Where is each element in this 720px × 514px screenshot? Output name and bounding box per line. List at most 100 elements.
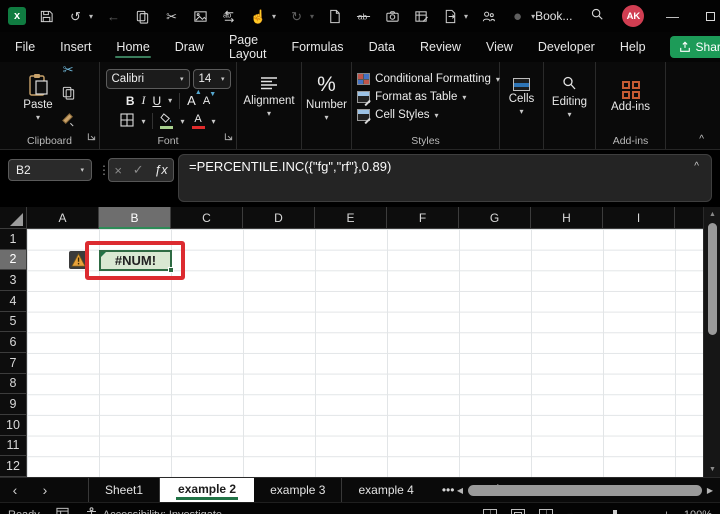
column-header-f[interactable]: F (387, 207, 459, 229)
accessibility-status[interactable]: Accessibility: Investigate (103, 509, 222, 514)
row-header-4[interactable]: 4 (0, 290, 27, 312)
column-header-c[interactable]: C (171, 207, 243, 229)
sheet-nav-right-icon[interactable]: › (30, 482, 60, 498)
cell-styles-button[interactable]: Cell Styles ▾ (357, 109, 438, 125)
tab-data[interactable]: Data (368, 34, 396, 60)
select-all-button[interactable] (0, 207, 27, 229)
column-header-h[interactable]: H (531, 207, 603, 229)
fill-color-dropdown-icon[interactable]: ▾ (180, 117, 184, 126)
format-painter-button[interactable] (61, 112, 76, 132)
underline-dropdown-icon[interactable]: ▾ (168, 96, 172, 105)
row-header-2[interactable]: 2 (0, 249, 27, 271)
font-color-dropdown-icon[interactable]: ▾ (212, 117, 216, 126)
conditional-formatting-button[interactable]: Conditional Formatting ▾ (357, 73, 500, 85)
row-header-12[interactable]: 12 (0, 456, 27, 477)
column-header-b[interactable]: B (99, 207, 171, 229)
row-header-6[interactable]: 6 (0, 332, 27, 353)
column-header-e[interactable]: E (315, 207, 387, 229)
avatar[interactable]: AK (622, 5, 645, 27)
normal-view-icon[interactable] (482, 508, 497, 514)
number-format-button[interactable]: % Number ▾ (306, 73, 347, 122)
insert-function-icon[interactable]: ƒx (154, 163, 167, 177)
minimize-button[interactable]: — (662, 9, 682, 24)
more-sheets-icon[interactable]: ••• (442, 483, 455, 497)
row-header-5[interactable]: 5 (0, 311, 27, 333)
row-header-7[interactable]: 7 (0, 352, 27, 374)
sheet-nav-left-icon[interactable]: ‹ (0, 482, 30, 498)
cut-button[interactable]: ✂ (63, 62, 74, 78)
row-header-8[interactable]: 8 (0, 373, 27, 395)
scroll-right-icon[interactable]: ▶ (704, 486, 716, 495)
expand-formula-bar-icon[interactable]: ^ (694, 161, 699, 172)
enter-icon[interactable]: ✓ (133, 162, 144, 178)
copy-button[interactable] (61, 85, 76, 105)
borders-button[interactable] (120, 112, 135, 130)
paste-button[interactable]: Paste ▾ (23, 73, 53, 122)
font-dialog-launcher-icon[interactable] (224, 128, 233, 146)
scroll-down-icon[interactable]: ▼ (704, 466, 720, 473)
underline-button[interactable]: U (152, 94, 161, 108)
sheet-tab-example-3[interactable]: example 3 (254, 477, 343, 503)
row-header-11[interactable]: 11 (0, 435, 27, 457)
tab-file[interactable]: File (14, 34, 36, 60)
increase-font-button[interactable]: A ▲ (187, 89, 202, 108)
sheet-tab-sheet1[interactable]: Sheet1 (88, 477, 161, 503)
editing-button[interactable]: Editing ▾ (552, 75, 587, 119)
tab-view[interactable]: View (485, 34, 514, 60)
font-color-button[interactable]: A (191, 113, 205, 129)
clipboard-dialog-launcher-icon[interactable] (87, 128, 96, 146)
column-header-i[interactable]: I (603, 207, 675, 229)
tab-home[interactable]: Home (115, 34, 152, 60)
new-file-icon[interactable] (326, 8, 343, 25)
strikethrough-icon[interactable]: ab (355, 8, 372, 25)
bold-button[interactable]: B (126, 94, 135, 108)
undo-icon[interactable]: ↺ (67, 8, 84, 25)
row-header-10[interactable]: 10 (0, 414, 27, 436)
font-size-select[interactable]: 14 ▾ (192, 68, 231, 89)
copy-icon[interactable] (134, 8, 151, 25)
page-break-view-icon[interactable] (538, 508, 553, 514)
zoom-out-icon[interactable]: − (567, 509, 573, 514)
cells-area[interactable]: #NUM! (27, 229, 703, 477)
borders-dropdown-icon[interactable]: ▾ (141, 117, 145, 126)
font-name-select[interactable]: Calibri ▾ (105, 68, 190, 89)
cancel-icon[interactable]: × (114, 163, 122, 178)
tab-page-layout[interactable]: Page Layout (228, 27, 268, 67)
tab-review[interactable]: Review (419, 34, 462, 60)
undo-dropdown-icon[interactable]: ▾ (89, 12, 93, 21)
cells-button[interactable]: Cells ▾ (509, 78, 534, 116)
touch-mode-icon[interactable]: ☝ (250, 8, 267, 25)
addins-button[interactable]: Add-ins (611, 81, 650, 113)
alignment-button[interactable]: Alignment ▾ (243, 76, 295, 118)
search-icon[interactable] (590, 7, 604, 26)
excel-logo-icon[interactable]: x (8, 7, 26, 25)
tab-formulas[interactable]: Formulas (290, 34, 344, 60)
row-header-9[interactable]: 9 (0, 394, 27, 415)
camera-icon[interactable] (384, 8, 401, 25)
table-edit-icon[interactable] (413, 8, 430, 25)
tab-developer[interactable]: Developer (537, 34, 596, 60)
tab-insert[interactable]: Insert (59, 34, 92, 60)
picture-icon[interactable] (192, 8, 209, 25)
vertical-scroll-thumb[interactable] (708, 223, 717, 335)
save-icon[interactable] (38, 8, 55, 25)
maximize-button[interactable] (700, 9, 720, 24)
page-layout-view-icon[interactable] (510, 508, 525, 514)
translate-icon[interactable]: ab (221, 8, 238, 25)
name-box[interactable]: B2 ▾ (8, 159, 92, 181)
tab-draw[interactable]: Draw (174, 34, 205, 60)
zoom-slider-thumb[interactable] (613, 510, 618, 514)
row-header-1[interactable]: 1 (0, 229, 27, 250)
sheet-tab-example-4[interactable]: example 4 (342, 478, 429, 503)
export-dropdown-icon[interactable]: ▾ (464, 12, 468, 21)
document-title[interactable]: Book... (535, 9, 572, 23)
horizontal-scrollbar[interactable]: ◀ ▶ (454, 483, 716, 498)
macro-record-icon[interactable] (56, 507, 69, 514)
touch-mode-dropdown-icon[interactable]: ▾ (272, 12, 276, 21)
tab-help[interactable]: Help (619, 34, 647, 60)
cut-icon[interactable]: ✂ (163, 8, 180, 25)
zoom-level[interactable]: 100% (684, 509, 712, 514)
column-header-a[interactable]: A (27, 207, 99, 229)
fill-color-button[interactable] (160, 113, 174, 129)
people-icon[interactable] (480, 8, 497, 25)
